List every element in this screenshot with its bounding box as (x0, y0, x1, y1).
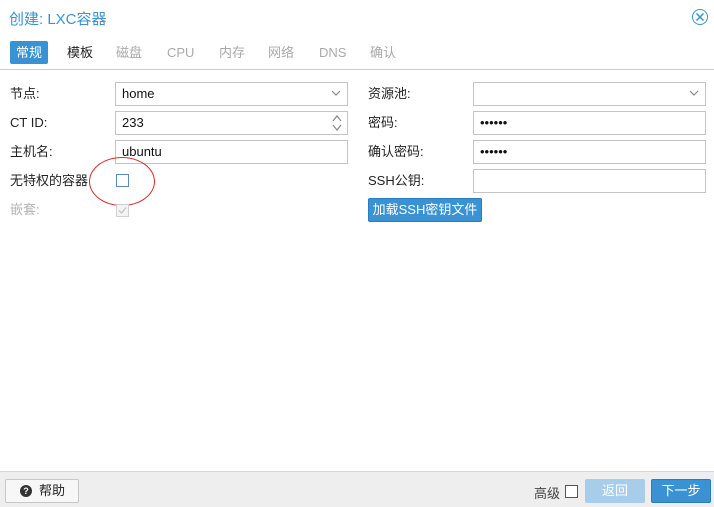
load-ssh-key-button[interactable]: 加载SSH密钥文件 (368, 198, 482, 222)
tab-dns[interactable]: DNS (313, 41, 352, 64)
help-button-label: 帮助 (39, 483, 66, 498)
next-button[interactable]: 下一步 (651, 479, 711, 503)
wizard-tabs: 常规 模板 磁盘 CPU 内存 网络 DNS 确认 (0, 36, 714, 70)
hostname-input[interactable]: ubuntu (115, 140, 348, 164)
tab-network[interactable]: 网络 (262, 41, 300, 64)
dialog-title: 创建: LXC容器 (9, 11, 107, 28)
tab-disks[interactable]: 磁盘 (110, 41, 148, 64)
advanced-checkbox[interactable] (565, 485, 578, 498)
node-label: 节点: (10, 86, 40, 101)
unprivileged-label: 无特权的容器 (10, 173, 89, 188)
nesting-checkbox[interactable] (116, 204, 129, 217)
tab-template[interactable]: 模板 (61, 41, 99, 64)
password-label: 密码: (368, 115, 398, 130)
tab-memory[interactable]: 内存 (213, 41, 251, 64)
confirm-password-value: •••••• (480, 144, 508, 159)
pool-select[interactable] (473, 82, 706, 106)
back-button[interactable]: 返回 (585, 479, 645, 503)
checkmark-icon (118, 207, 127, 215)
tab-general[interactable]: 常规 (10, 41, 49, 64)
ssh-key-label: SSH公钥: (368, 173, 425, 188)
ctid-spinner[interactable]: 233 (115, 111, 348, 135)
tab-cpu[interactable]: CPU (161, 41, 200, 64)
node-value: home (122, 86, 155, 101)
tab-confirm[interactable]: 确认 (364, 41, 402, 64)
close-icon (695, 12, 705, 22)
dialog-titlebar: 创建: LXC容器 (0, 0, 714, 36)
hostname-label: 主机名: (10, 144, 53, 159)
question-circle-icon: ? (20, 485, 32, 497)
password-input[interactable]: •••••• (473, 111, 706, 135)
nesting-label: 嵌套: (10, 202, 40, 217)
ctid-value: 233 (122, 115, 144, 130)
close-button[interactable] (692, 9, 708, 25)
dialog-footer: ? 帮助 高级 返回 下一步 (0, 471, 714, 507)
help-button[interactable]: ? 帮助 (5, 479, 79, 503)
password-value: •••••• (480, 115, 508, 130)
confirm-password-label: 确认密码: (368, 144, 424, 159)
ctid-label: CT ID: (10, 115, 48, 130)
chevron-down-icon (331, 90, 341, 96)
highlight-circle (89, 157, 155, 206)
spinner-arrows-icon[interactable] (332, 113, 342, 133)
chevron-down-icon (689, 90, 699, 96)
ssh-key-input[interactable] (473, 169, 706, 193)
confirm-password-input[interactable]: •••••• (473, 140, 706, 164)
pool-label: 资源池: (368, 86, 411, 101)
node-select[interactable]: home (115, 82, 348, 106)
advanced-label: 高级 (534, 486, 561, 501)
